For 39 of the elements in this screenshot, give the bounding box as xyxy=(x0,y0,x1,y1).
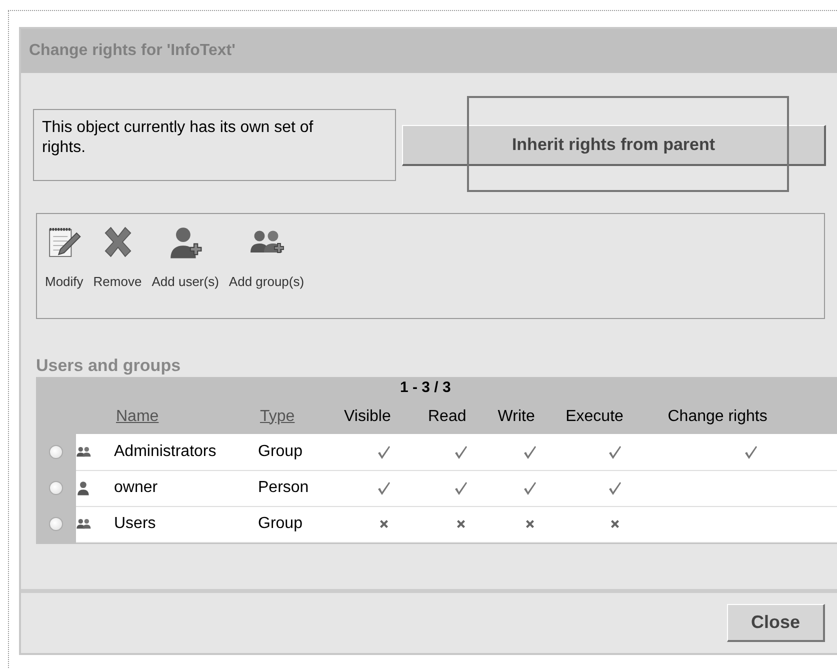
column-header: Visible xyxy=(344,408,391,424)
check-icon xyxy=(522,444,537,459)
column-header: Execute xyxy=(566,408,624,424)
section-title: Users and groups xyxy=(36,355,181,377)
radio-button[interactable] xyxy=(49,480,63,495)
name-cell: Administrators xyxy=(114,442,216,460)
cross-icon xyxy=(610,518,620,529)
inherit-button[interactable]: Inherit rights from parent xyxy=(402,124,826,166)
check-icon xyxy=(377,480,391,495)
close-button[interactable]: Close xyxy=(727,604,825,642)
cross-icon xyxy=(524,518,535,529)
radio-button[interactable] xyxy=(49,516,63,531)
info-text: This object currently has its own set of rights. xyxy=(33,109,396,181)
toolbar-button[interactable]: Add group(s) xyxy=(228,224,304,292)
name-cell: Users xyxy=(114,515,156,532)
toolbar-button[interactable]: Remove xyxy=(93,224,142,292)
type-cell: Person xyxy=(258,479,309,496)
column-header: Read xyxy=(428,408,466,424)
pager: 1 - 3 / 3 xyxy=(400,378,451,398)
radio-button[interactable] xyxy=(49,444,63,459)
column-sort-link[interactable]: Type xyxy=(260,408,295,424)
column-sort-link[interactable]: Name xyxy=(116,408,159,424)
check-icon xyxy=(608,480,622,495)
cross-icon xyxy=(379,518,389,529)
check-icon xyxy=(454,480,468,495)
name-cell: owner xyxy=(114,479,158,496)
toolbar-button[interactable]: Modify xyxy=(45,224,84,292)
cross-icon xyxy=(456,518,466,529)
check-icon xyxy=(377,444,391,459)
check-icon xyxy=(454,444,468,459)
column-header: Change rights xyxy=(668,408,768,424)
dialog-title: Change rights for 'InfoText' xyxy=(29,41,236,61)
check-icon xyxy=(608,444,622,459)
type-cell: Group xyxy=(258,442,302,460)
check-icon xyxy=(744,444,758,459)
check-icon xyxy=(522,480,537,495)
type-cell: Group xyxy=(258,515,302,532)
column-header: Write xyxy=(498,408,535,424)
toolbar-button[interactable]: Add user(s) xyxy=(152,224,219,292)
